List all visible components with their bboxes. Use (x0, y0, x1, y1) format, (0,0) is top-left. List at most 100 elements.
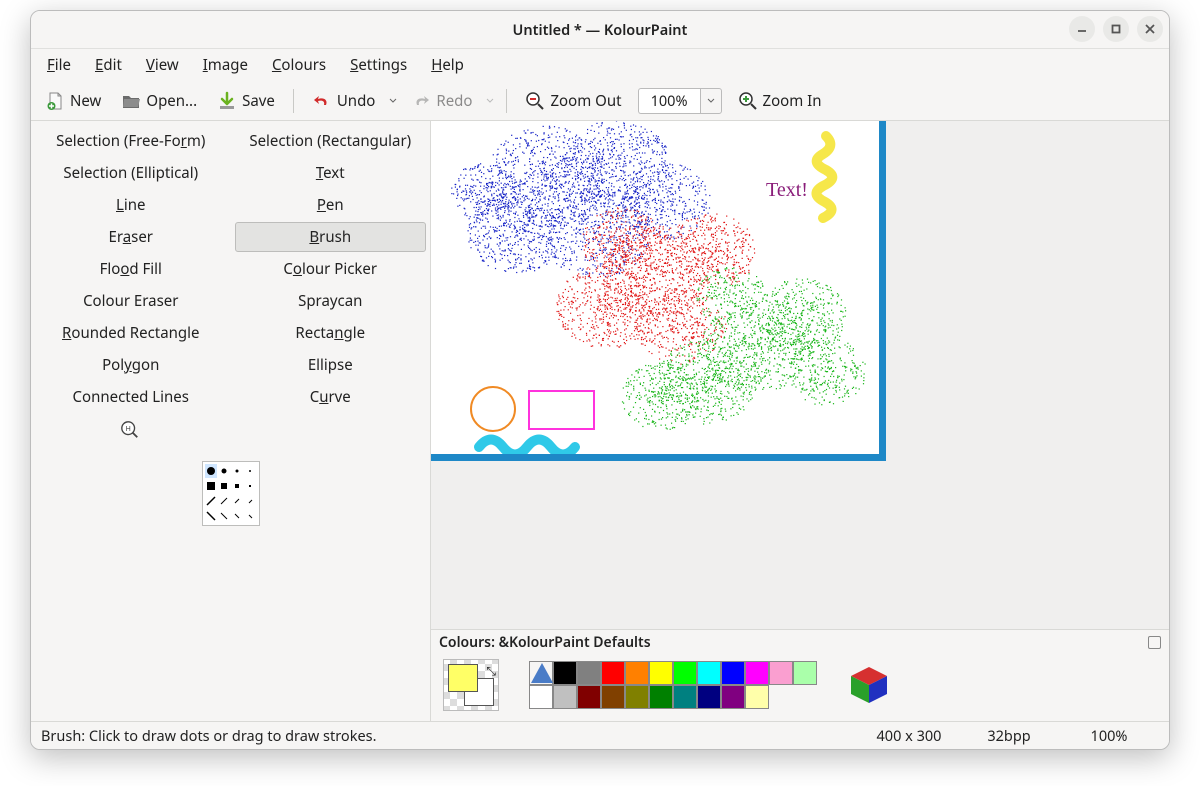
tool-ellipse[interactable]: Ellipse (235, 350, 427, 380)
tool-connected-lines[interactable]: Connected Lines (35, 382, 227, 412)
palette-swatch[interactable] (553, 685, 577, 709)
zoom-in-button[interactable]: Zoom In (730, 87, 830, 115)
colour-cube-icon[interactable] (847, 663, 891, 707)
menu-view[interactable]: View (136, 51, 189, 79)
palette-transparent[interactable] (529, 661, 553, 685)
palette-empty (769, 685, 793, 709)
palette-swatch[interactable] (697, 661, 721, 685)
tool-curve[interactable]: Curve (235, 382, 427, 412)
palette-swatch[interactable] (553, 661, 577, 685)
zoom-out-icon (525, 91, 545, 111)
palette-swatch[interactable] (673, 685, 697, 709)
palette-swatch[interactable] (625, 661, 649, 685)
tool-polygon[interactable]: Polygon (35, 350, 227, 380)
undo-dropdown[interactable] (387, 97, 399, 105)
tool-colour-picker[interactable]: Colour Picker (235, 254, 427, 284)
palette-swatch[interactable] (649, 661, 673, 685)
maximize-icon (1110, 23, 1122, 35)
main-area: Selection (Free-Form) Selection (Rectangu… (31, 121, 1169, 721)
palette-swatch[interactable] (793, 661, 817, 685)
tool-colour-eraser[interactable]: Colour Eraser (35, 286, 227, 316)
new-button-label: New (70, 91, 101, 111)
zoom-level-field[interactable]: 100% (638, 88, 700, 114)
save-button[interactable]: Save (209, 87, 283, 115)
tool-selection-elliptical[interactable]: Selection (Elliptical) (35, 158, 227, 188)
toolbar-separator (506, 89, 507, 113)
palette-swatch[interactable] (601, 685, 625, 709)
undo-button-label: Undo (337, 91, 376, 111)
menu-help[interactable]: Help (421, 51, 474, 79)
palette-swatch[interactable] (649, 685, 673, 709)
tool-rounded-rectangle[interactable]: Rounded Rectangle (35, 318, 227, 348)
tool-eraser[interactable]: Eraser (35, 222, 227, 252)
zoom-in-label: Zoom In (763, 91, 822, 111)
foreground-colour-swatch[interactable] (448, 664, 478, 692)
status-bar: Brush: Click to draw dots or drag to dra… (31, 721, 1169, 749)
redo-button[interactable]: Redo (403, 87, 480, 115)
titlebar: Untitled * — KolourPaint (31, 11, 1169, 49)
close-button[interactable] (1137, 16, 1163, 42)
window-controls (1069, 16, 1163, 42)
menubar: File Edit View Image Colours Settings He… (31, 49, 1169, 81)
status-hint: Brush: Click to draw dots or drag to dra… (41, 726, 859, 746)
palette-empty (793, 685, 817, 709)
palette-swatch[interactable] (721, 685, 745, 709)
svg-text:H: H (125, 424, 130, 434)
palette-swatch[interactable] (625, 685, 649, 709)
zoom-level-value: 100% (651, 91, 688, 111)
zoom-out-button[interactable]: Zoom Out (517, 87, 629, 115)
colour-panel-title: Colours: &KolourPaint Defaults (439, 633, 651, 652)
main-toolbar: New Open... Save Undo Redo (31, 81, 1169, 121)
brush-shape-chooser[interactable] (202, 461, 260, 526)
canvas[interactable]: Text! (431, 121, 891, 466)
tool-pen[interactable]: Pen (235, 190, 427, 220)
document-new-icon (45, 91, 65, 111)
menu-settings[interactable]: Settings (340, 51, 417, 79)
swap-colours-icon[interactable]: ⤡ (486, 662, 496, 679)
maximize-button[interactable] (1103, 16, 1129, 42)
undo-button[interactable]: Undo (304, 87, 384, 115)
palette-swatch[interactable] (601, 661, 625, 685)
palette-swatch[interactable] (721, 661, 745, 685)
colour-panel-collapse-button[interactable] (1148, 636, 1161, 649)
tool-flood-fill[interactable]: Flood Fill (35, 254, 227, 284)
colour-panel: Colours: &KolourPaint Defaults ⤡ (431, 629, 1169, 721)
menu-edit[interactable]: Edit (85, 51, 132, 79)
tool-spraycan[interactable]: Spraycan (235, 286, 427, 316)
palette-swatch[interactable] (577, 661, 601, 685)
status-zoom: 100% (1059, 726, 1159, 746)
magnifier-tool-icon[interactable]: H (117, 417, 143, 443)
open-button[interactable]: Open... (113, 87, 205, 115)
canvas-viewport[interactable]: Text! (431, 121, 1169, 629)
fg-bg-swatch[interactable]: ⤡ (443, 659, 499, 711)
tool-panel: Selection (Free-Form) Selection (Rectangu… (31, 121, 431, 721)
tool-rectangle[interactable]: Rectangle (235, 318, 427, 348)
save-icon (217, 91, 237, 111)
palette-swatch[interactable] (529, 685, 553, 709)
minimize-button[interactable] (1069, 16, 1095, 42)
menu-colours[interactable]: Colours (262, 51, 336, 79)
redo-icon (411, 91, 431, 111)
palette-swatch[interactable] (577, 685, 601, 709)
zoom-out-label: Zoom Out (550, 91, 621, 111)
menu-image[interactable]: Image (193, 51, 258, 79)
redo-dropdown[interactable] (484, 97, 496, 105)
palette-swatch[interactable] (769, 661, 793, 685)
minimize-icon (1076, 23, 1088, 35)
palette-swatch[interactable] (745, 661, 769, 685)
palette-swatch[interactable] (673, 661, 697, 685)
app-window: Untitled * — KolourPaint File Edit View … (30, 10, 1170, 750)
tool-selection-freeform[interactable]: Selection (Free-Form) (35, 126, 227, 156)
tool-grid: Selection (Free-Form) Selection (Rectangu… (31, 125, 430, 413)
tool-selection-rectangular[interactable]: Selection (Rectangular) (235, 126, 427, 156)
new-button[interactable]: New (37, 87, 109, 115)
tool-brush[interactable]: Brush (235, 222, 427, 252)
tool-text[interactable]: Text (235, 158, 427, 188)
palette-swatch[interactable] (745, 685, 769, 709)
zoom-level-dropdown[interactable] (700, 88, 722, 114)
canvas-text: Text! (766, 179, 808, 201)
tool-line[interactable]: Line (35, 190, 227, 220)
palette-swatch[interactable] (697, 685, 721, 709)
colour-panel-header: Colours: &KolourPaint Defaults (431, 630, 1169, 655)
menu-file[interactable]: File (37, 51, 81, 79)
